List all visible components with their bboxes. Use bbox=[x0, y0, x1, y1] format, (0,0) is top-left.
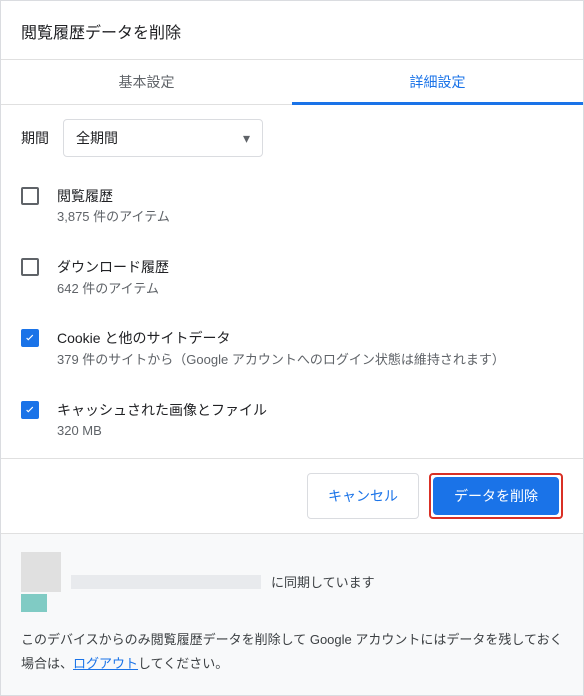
highlight-box: データを削除 bbox=[429, 473, 563, 519]
tab-basic[interactable]: 基本設定 bbox=[1, 60, 292, 104]
tab-advanced[interactable]: 詳細設定 bbox=[292, 60, 583, 104]
checkbox-browsing-history[interactable] bbox=[21, 187, 39, 205]
item-cookies: Cookie と他のサイトデータ 379 件のサイトから（Google アカウン… bbox=[21, 317, 573, 388]
item-title: Cookie と他のサイトデータ bbox=[57, 327, 563, 349]
scroll-area[interactable]: 期間 全期間 ▾ 閲覧履歴 3,875 件のアイテム ダウンロード履歴 642 … bbox=[1, 105, 583, 458]
tabs: 基本設定 詳細設定 bbox=[1, 60, 583, 105]
clear-browsing-data-dialog: 閲覧履歴データを削除 基本設定 詳細設定 期間 全期間 ▾ 閲覧履歴 3,875… bbox=[0, 0, 584, 696]
cancel-button[interactable]: キャンセル bbox=[307, 473, 419, 519]
item-desc: 320 MB bbox=[57, 421, 563, 442]
item-cached-images: キャッシュされた画像とファイル 320 MB bbox=[21, 389, 573, 459]
time-range-select[interactable]: 全期間 ▾ bbox=[63, 119, 263, 157]
check-icon bbox=[23, 403, 37, 417]
checkbox-download-history[interactable] bbox=[21, 258, 39, 276]
item-text: ダウンロード履歴 642 件のアイテム bbox=[57, 256, 573, 299]
footer-message: このデバイスからのみ閲覧履歴データを削除して Google アカウントにはデータ… bbox=[21, 628, 563, 675]
item-title: キャッシュされた画像とファイル bbox=[57, 399, 563, 421]
item-text: Cookie と他のサイトデータ 379 件のサイトから（Google アカウン… bbox=[57, 327, 573, 370]
item-text: 閲覧履歴 3,875 件のアイテム bbox=[57, 185, 573, 228]
caret-down-icon: ▾ bbox=[243, 130, 250, 147]
item-title: ダウンロード履歴 bbox=[57, 256, 563, 278]
time-range-label: 期間 bbox=[21, 128, 49, 148]
clear-data-button[interactable]: データを削除 bbox=[433, 477, 559, 515]
tab-basic-label: 基本設定 bbox=[119, 74, 175, 90]
time-range-row: 期間 全期間 ▾ bbox=[21, 105, 573, 175]
action-bar: キャンセル データを削除 bbox=[1, 458, 583, 533]
avatar bbox=[21, 552, 61, 592]
sync-text: に同期しています bbox=[271, 571, 375, 594]
tab-advanced-label: 詳細設定 bbox=[410, 74, 466, 90]
checkbox-cookies[interactable] bbox=[21, 329, 39, 347]
logout-link[interactable]: ログアウト bbox=[73, 656, 138, 671]
time-range-value: 全期間 bbox=[76, 128, 118, 148]
item-desc: 642 件のアイテム bbox=[57, 279, 563, 300]
redacted-email bbox=[71, 575, 261, 589]
profile-row: に同期しています bbox=[21, 552, 563, 612]
footer-text-after: してください。 bbox=[138, 656, 228, 671]
item-download-history: ダウンロード履歴 642 件のアイテム bbox=[21, 246, 573, 317]
item-browsing-history: 閲覧履歴 3,875 件のアイテム bbox=[21, 175, 573, 246]
item-title: 閲覧履歴 bbox=[57, 185, 563, 207]
avatar-block bbox=[21, 552, 61, 612]
item-text: キャッシュされた画像とファイル 320 MB bbox=[57, 399, 573, 442]
sync-footer: に同期しています このデバイスからのみ閲覧履歴データを削除して Google ア… bbox=[1, 533, 583, 695]
check-icon bbox=[23, 331, 37, 345]
avatar-swatch bbox=[21, 594, 47, 612]
dialog-title: 閲覧履歴データを削除 bbox=[1, 1, 583, 60]
item-desc: 3,875 件のアイテム bbox=[57, 207, 563, 228]
checkbox-cached-images[interactable] bbox=[21, 401, 39, 419]
item-desc: 379 件のサイトから（Google アカウントへのログイン状態は維持されます） bbox=[57, 350, 563, 371]
